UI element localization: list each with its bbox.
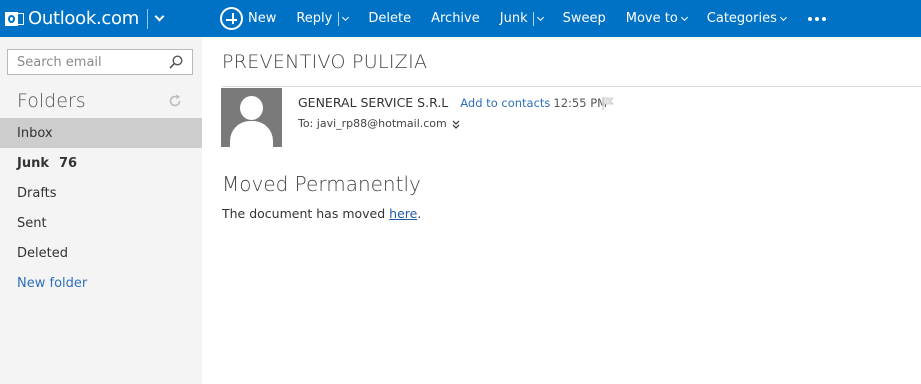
new-folder-link[interactable]: New folder: [0, 268, 202, 298]
expand-icon[interactable]: [452, 120, 460, 130]
search-input[interactable]: [8, 51, 158, 73]
reply-divider: [338, 11, 340, 26]
categories-button[interactable]: Categories: [697, 0, 796, 37]
folder-label: Inbox: [17, 125, 53, 141]
folder-label: Sent: [17, 215, 47, 231]
outlook-logo-icon[interactable]: [5, 10, 24, 28]
flag-icon[interactable]: [602, 97, 614, 110]
refresh-icon[interactable]: [168, 94, 182, 108]
search-icon[interactable]: [169, 55, 183, 69]
chevron-down-icon: [680, 13, 688, 21]
junk-divider: [532, 11, 534, 26]
archive-label: Archive: [431, 11, 480, 26]
folder-deleted[interactable]: Deleted: [0, 238, 202, 268]
add-to-contacts-link[interactable]: Add to contacts: [460, 96, 550, 110]
folder-label: Junk: [17, 155, 49, 171]
new-button[interactable]: New: [201, 0, 286, 37]
header-divider: [222, 86, 921, 87]
top-command-bar: Outlook.com New Reply Delete Archive Jun…: [0, 0, 921, 37]
recipient-row: To: javi_rp88@hotmail.com: [298, 117, 460, 130]
body-text-end: .: [417, 206, 422, 221]
new-folder-label: New folder: [17, 275, 88, 291]
reply-button[interactable]: Reply: [286, 0, 358, 37]
chevron-down-icon[interactable]: [154, 11, 165, 22]
message-time: 12:55 PM: [553, 96, 608, 110]
folder-sidebar: Folders Inbox Junk 76 Drafts Sent Delete…: [0, 37, 202, 384]
brand-divider: [146, 8, 148, 29]
delete-label: Delete: [368, 11, 412, 26]
search-box: [7, 49, 193, 75]
sweep-label: Sweep: [562, 11, 606, 26]
folder-junk[interactable]: Junk 76: [0, 148, 202, 178]
new-label: New: [248, 11, 277, 26]
junk-button[interactable]: Junk: [490, 0, 553, 37]
plus-circle-icon: [220, 7, 243, 30]
chevron-down-icon[interactable]: [536, 13, 544, 21]
folder-list: Inbox Junk 76 Drafts Sent Deleted New fo…: [0, 118, 202, 298]
folder-label: Drafts: [17, 185, 57, 201]
archive-button[interactable]: Archive: [421, 0, 490, 37]
message-subject: PREVENTIVO PULIZIA: [222, 51, 428, 73]
to-prefix: To:: [298, 117, 314, 130]
reading-pane: PREVENTIVO PULIZIA GENERAL SERVICE S.R.L…: [202, 37, 921, 384]
brand-title[interactable]: Outlook.com: [28, 8, 139, 29]
body-heading: Moved Permanently: [222, 172, 421, 196]
delete-button[interactable]: Delete: [358, 0, 421, 37]
folder-drafts[interactable]: Drafts: [0, 178, 202, 208]
chevron-down-icon: [779, 13, 787, 21]
sender-row: GENERAL SERVICE S.R.L Add to contacts 12…: [298, 95, 607, 110]
move-to-button[interactable]: Move to: [616, 0, 697, 37]
folder-sent[interactable]: Sent: [0, 208, 202, 238]
reply-label: Reply: [296, 11, 333, 26]
sender-name[interactable]: GENERAL SERVICE S.R.L: [298, 95, 448, 110]
recipient-address[interactable]: javi_rp88@hotmail.com: [317, 117, 447, 130]
body-text: The document has moved: [222, 206, 390, 221]
folder-label: Deleted: [17, 245, 68, 261]
brand-area: Outlook.com: [0, 0, 201, 37]
more-dots-icon[interactable]: [796, 16, 838, 21]
move-to-label: Move to: [625, 11, 678, 26]
body-paragraph: The document has moved here.: [222, 206, 421, 221]
unread-count: 76: [59, 155, 78, 171]
body-link[interactable]: here: [389, 206, 417, 221]
chevron-down-icon[interactable]: [342, 13, 350, 21]
folder-inbox[interactable]: Inbox: [0, 118, 202, 148]
folders-heading: Folders: [17, 90, 86, 112]
sweep-button[interactable]: Sweep: [553, 0, 616, 37]
junk-label: Junk: [499, 11, 528, 26]
avatar-placeholder-icon: [221, 88, 282, 147]
categories-label: Categories: [706, 11, 777, 26]
